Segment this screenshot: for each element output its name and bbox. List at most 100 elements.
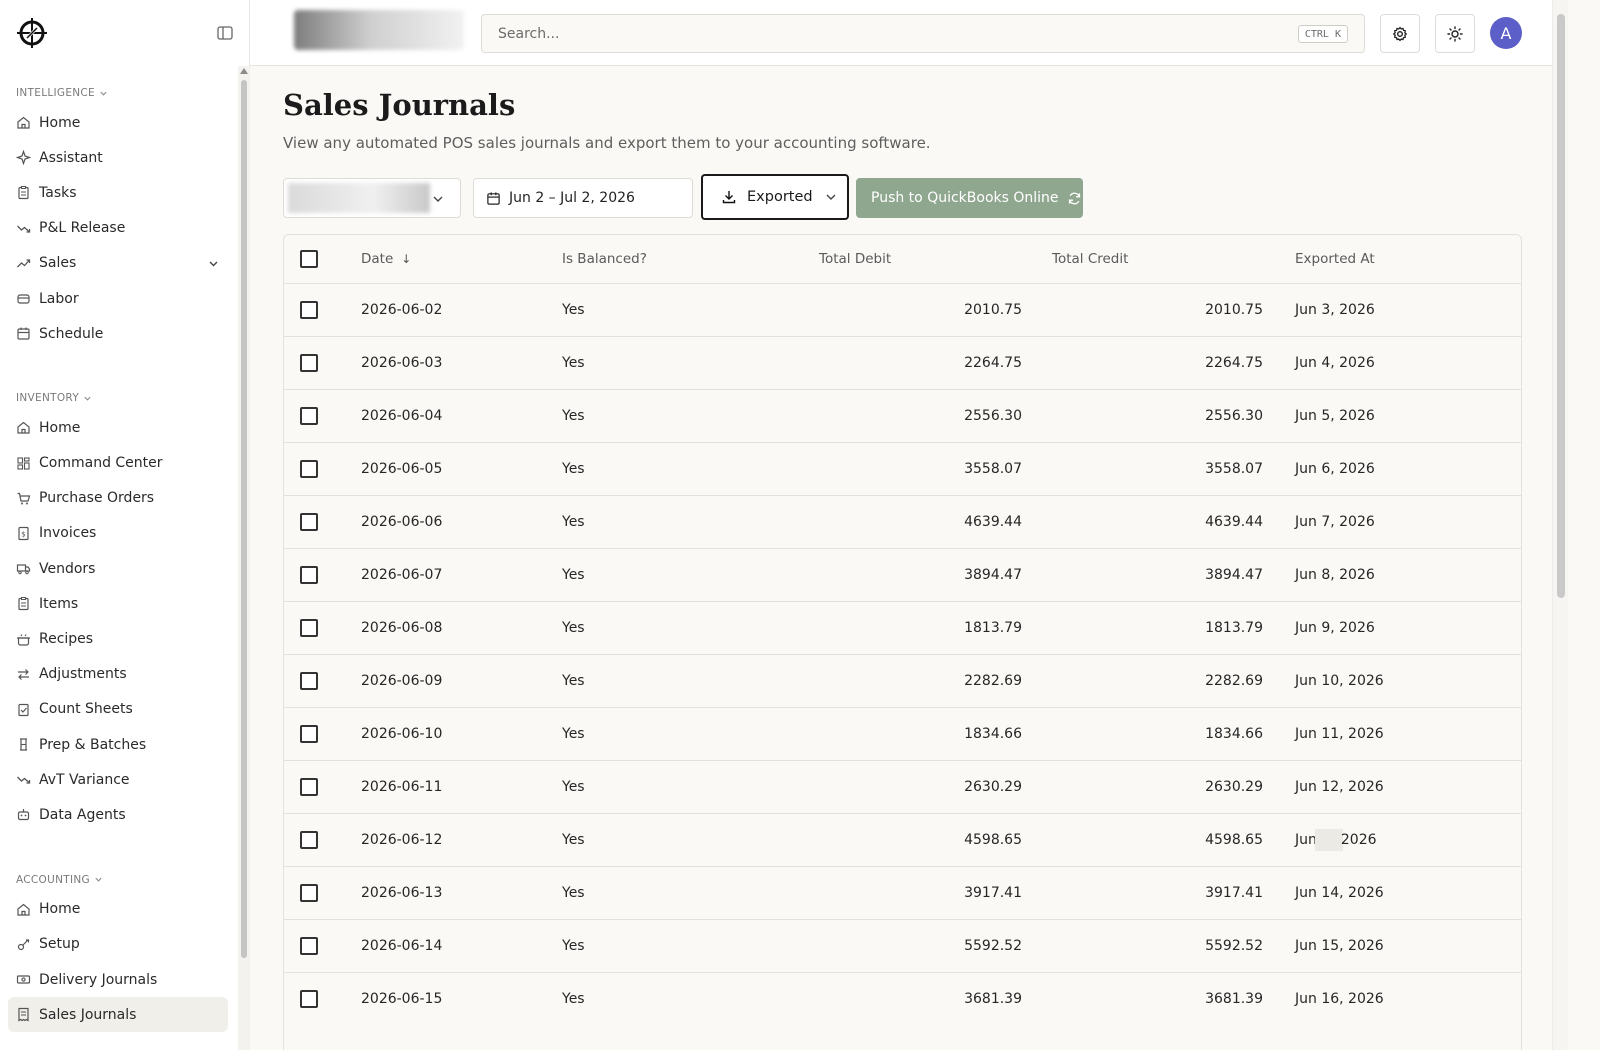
cell-date: 2026-06-09 (361, 672, 443, 689)
column-header-exported-at: Exported At (1295, 250, 1375, 267)
sidebar-item-adjustments[interactable]: Adjustments (0, 657, 236, 692)
sidebar-item-schedule[interactable]: Schedule (0, 316, 236, 351)
row-checkbox[interactable] (300, 883, 318, 902)
row-checkbox[interactable] (300, 300, 318, 319)
table-row[interactable]: 2026-06-08 Yes 1813.79 1813.79 Jun 9, 2026 (284, 601, 1521, 654)
sidebar-item-home[interactable]: Home (0, 410, 236, 445)
cell-balanced: Yes (562, 566, 585, 583)
export-status-label: Exported (747, 189, 813, 205)
section-label-inventory[interactable]: Inventory (0, 389, 236, 407)
row-checkbox[interactable] (300, 565, 318, 584)
cell-balanced: Yes (562, 884, 585, 901)
user-avatar[interactable]: A (1490, 17, 1522, 49)
sidebar-item-tasks[interactable]: Tasks (0, 175, 236, 210)
sidebar-nav: Intelligence Home Assistant Tasks P&L Releas… (0, 66, 236, 1050)
cell-total-debit: 2010.75 (964, 301, 1022, 318)
trend-up-icon (16, 256, 31, 271)
cell-balanced: Yes (562, 990, 585, 1007)
sidebar-item-sales-journals[interactable]: Sales Journals (8, 997, 228, 1033)
sidebar-item-assistant[interactable]: Assistant (0, 140, 236, 175)
location-value-redacted (288, 183, 430, 213)
location-select[interactable] (283, 178, 461, 218)
export-status-dropdown[interactable]: Exported (701, 174, 849, 220)
row-checkbox[interactable] (300, 989, 318, 1008)
sidebar-item-items[interactable]: Items (0, 586, 236, 621)
sidebar-item-purchase-orders[interactable]: Purchase Orders (0, 481, 236, 516)
sidebar-item-prep-batches[interactable]: Prep & Batches (0, 727, 236, 762)
sidebar-item-home[interactable]: Home (0, 105, 236, 140)
clipboard-icon (16, 185, 31, 200)
cell-exported-at: Jun 2026 (1263, 813, 1521, 866)
row-checkbox[interactable] (300, 406, 318, 425)
row-checkbox[interactable] (300, 459, 318, 478)
scroll-up-arrow[interactable] (240, 68, 248, 74)
table-row[interactable]: 2026-06-05 Yes 3558.07 3558.07 Jun 6, 2026 (284, 442, 1521, 495)
section-label-accounting[interactable]: Accounting (0, 871, 236, 889)
select-all-checkbox[interactable] (300, 249, 318, 268)
row-checkbox[interactable] (300, 777, 318, 796)
table-row[interactable]: 2026-06-11 Yes 2630.29 2630.29 Jun 12, 2026 (284, 760, 1521, 813)
sidebar-item-sales[interactable]: Sales (0, 246, 236, 281)
cell-date: 2026-06-08 (361, 619, 443, 636)
table-row[interactable]: 2026-06-06 Yes 4639.44 4639.44 Jun 7, 2026 (284, 495, 1521, 548)
table-row[interactable]: 2026-06-12 Yes 4598.65 4598.65 Jun 2026 (284, 813, 1521, 866)
row-checkbox[interactable] (300, 671, 318, 690)
home-icon (16, 115, 31, 130)
table-row[interactable]: 2026-06-04 Yes 2556.30 2556.30 Jun 5, 2026 (284, 389, 1521, 442)
page-scrollbar[interactable] (1552, 0, 1568, 1050)
crosshair-logo-icon[interactable] (16, 17, 48, 49)
sidebar-item-recipes[interactable]: Recipes (0, 621, 236, 656)
push-to-quickbooks-button[interactable]: Push to QuickBooks Online (856, 178, 1083, 218)
cell-date: 2026-06-10 (361, 725, 443, 742)
date-range-picker[interactable]: Jun 2 – Jul 2, 2026 (473, 178, 693, 218)
sidebar-item-setup[interactable]: Setup (0, 927, 236, 962)
search-input[interactable]: Search... CTRL K (481, 14, 1365, 53)
sidebar-scrollbar[interactable] (238, 66, 250, 1050)
sidebar-item-invoices[interactable]: $ Invoices (0, 516, 236, 551)
sidebar-item-label: Delivery Journals (39, 971, 158, 988)
sidebar-item-data-agents[interactable]: Data Agents (0, 797, 236, 832)
table-row[interactable]: 2026-06-07 Yes 3894.47 3894.47 Jun 8, 2026 (284, 548, 1521, 601)
sidebar-item-avt-variance[interactable]: AvT Variance (0, 762, 236, 797)
cell-exported-at: Jun 4, 2026 (1295, 354, 1375, 371)
table-row[interactable]: 2026-06-13 Yes 3917.41 3917.41 Jun 14, 2026 (284, 866, 1521, 919)
table-row[interactable]: 2026-06-03 Yes 2264.75 2264.75 Jun 4, 2026 (284, 336, 1521, 389)
sidebar-toggle-icon[interactable] (217, 26, 233, 40)
page-scroll-thumb[interactable] (1557, 14, 1565, 598)
sidebar-item-p-l-release[interactable]: P&L Release (0, 211, 236, 246)
sidebar-item-home[interactable]: Home (0, 892, 236, 927)
table-row[interactable]: 2026-06-02 Yes 2010.75 2010.75 Jun 3, 2026 (284, 283, 1521, 336)
sidebar-item-delivery-journals[interactable]: Delivery Journals (0, 962, 236, 997)
filter-bar: Jun 2 – Jul 2, 2026 Exported Push to Qui… (283, 174, 1143, 220)
cell-total-debit: 2264.75 (964, 354, 1022, 371)
labor-icon (16, 291, 31, 306)
column-header-date[interactable]: Date ↓ (361, 235, 562, 283)
settings-button[interactable] (1380, 14, 1420, 53)
row-checkbox[interactable] (300, 353, 318, 372)
row-checkbox[interactable] (300, 724, 318, 743)
column-header-balanced: Is Balanced? (562, 250, 647, 267)
cell-exported-at: Jun 5, 2026 (1295, 407, 1375, 424)
sidebar-item-command-center[interactable]: Command Center (0, 446, 236, 481)
cell-exported-at: Jun 9, 2026 (1295, 619, 1375, 636)
scroll-thumb[interactable] (241, 80, 247, 958)
table-row[interactable]: 2026-06-10 Yes 1834.66 1834.66 Jun 11, 2026 (284, 707, 1521, 760)
redacted-block (1314, 828, 1343, 851)
cell-exported-at: Jun 3, 2026 (1295, 301, 1375, 318)
sidebar-item-label: AvT Variance (39, 771, 130, 788)
row-checkbox[interactable] (300, 936, 318, 955)
row-checkbox[interactable] (300, 618, 318, 637)
table-row[interactable]: 2026-06-15 Yes 3681.39 3681.39 Jun 16, 2026 (284, 972, 1521, 1025)
sidebar-item-labor[interactable]: Labor (0, 281, 236, 316)
table-row[interactable]: 2026-06-14 Yes 5592.52 5592.52 Jun 15, 2026 (284, 919, 1521, 972)
truck-icon (16, 561, 31, 576)
section-label-intelligence[interactable]: Intelligence (0, 84, 236, 102)
chevron-down-icon[interactable] (207, 257, 220, 270)
table-row[interactable]: 2026-06-09 Yes 2282.69 2282.69 Jun 10, 2026 (284, 654, 1521, 707)
row-checkbox[interactable] (300, 512, 318, 531)
sidebar-item-count-sheets[interactable]: Count Sheets (0, 692, 236, 727)
row-checkbox[interactable] (300, 830, 318, 849)
clipboard-check-icon (16, 702, 31, 717)
theme-toggle-button[interactable] (1435, 14, 1475, 53)
sidebar-item-vendors[interactable]: Vendors (0, 551, 236, 586)
